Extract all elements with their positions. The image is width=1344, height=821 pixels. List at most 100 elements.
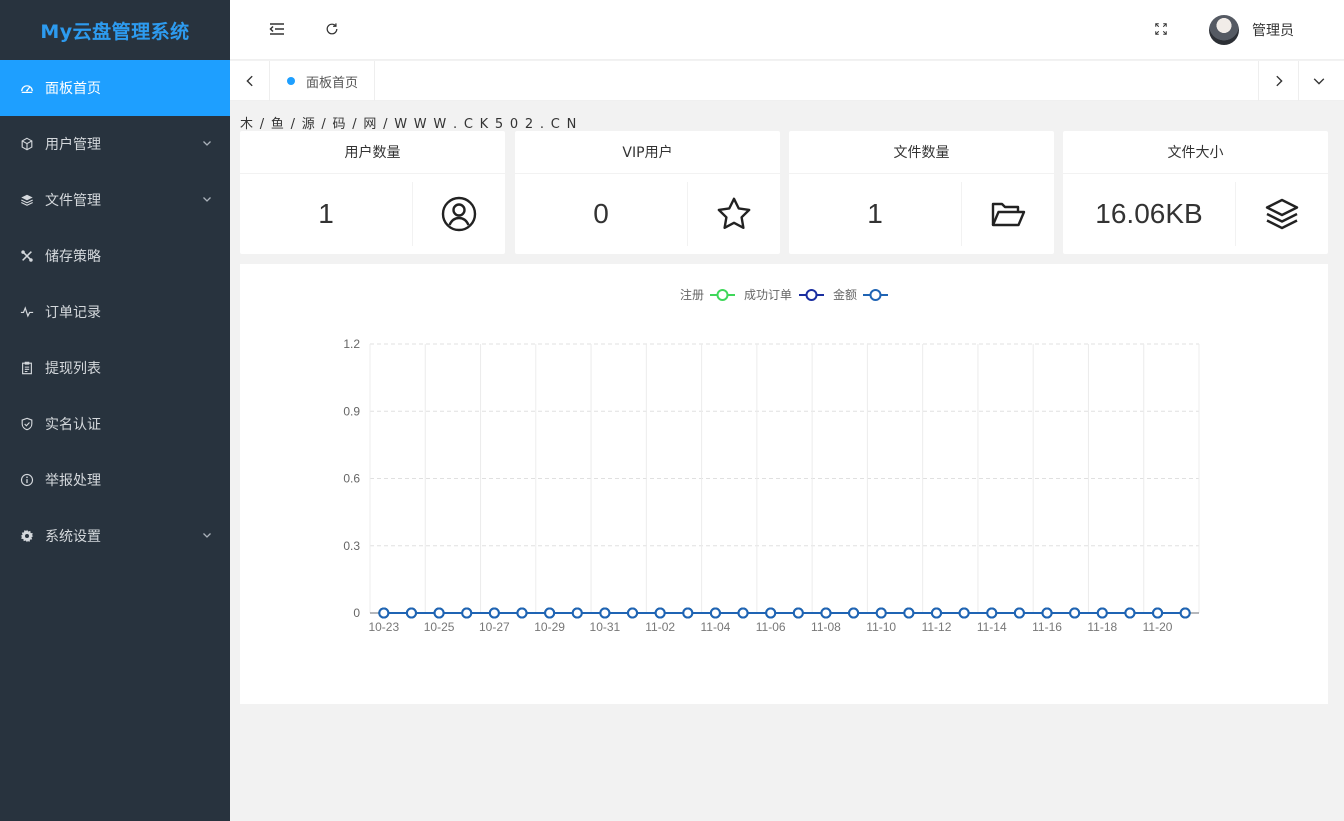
chevron-down-icon <box>203 141 211 146</box>
chevron-down-icon <box>1313 78 1324 85</box>
x-tick-label: 11-06 <box>756 620 786 634</box>
sidebar-item-8[interactable]: 系统设置 <box>0 508 230 564</box>
stat-card-title: VIP用户 <box>515 131 780 174</box>
series-point <box>488 607 500 619</box>
breadcrumb: 木 / 鱼 / 源 / 码 / 网 / W W W . C K 5 0 2 . … <box>240 117 578 132</box>
sidebar-item-label: 储存策略 <box>45 249 101 265</box>
series-point <box>599 607 611 619</box>
series-point <box>682 607 694 619</box>
stat-card-value: 1 <box>318 198 334 229</box>
legend-label: 注册 <box>680 287 704 302</box>
series-point <box>986 607 998 619</box>
series-point <box>1069 607 1081 619</box>
fullscreen-icon[interactable] <box>1150 18 1172 40</box>
series-point <box>627 607 639 619</box>
series-point <box>930 607 942 619</box>
tab-scroll-left-button[interactable] <box>230 61 270 101</box>
tab-bar: 面板首页 <box>230 61 1344 101</box>
legend-swatch-marker <box>869 289 882 301</box>
x-tick-label: 11-02 <box>645 620 675 634</box>
series-point <box>1179 607 1191 619</box>
series-point <box>654 607 666 619</box>
sidebar-item-label: 实名认证 <box>45 417 101 433</box>
app-logo: My云盘管理系统 <box>40 20 190 43</box>
tools-icon <box>20 249 34 263</box>
stat-card-3: 文件大小 16.06KB <box>1063 131 1328 254</box>
legend-swatch-marker <box>716 289 729 301</box>
stat-card-value: 1 <box>867 198 883 229</box>
series-point <box>1152 607 1164 619</box>
sidebar-item-label: 面板首页 <box>45 81 101 97</box>
sidebar-item-5[interactable]: 提现列表 <box>0 340 230 396</box>
sidebar-item-label: 文件管理 <box>45 193 101 209</box>
username[interactable]: 管理员 <box>1252 20 1294 40</box>
series-point <box>820 607 832 619</box>
sidebar-item-6[interactable]: 实名认证 <box>0 396 230 452</box>
series-point <box>958 607 970 619</box>
legend-label: 成功订单 <box>744 288 792 302</box>
sidebar-item-7[interactable]: 举报处理 <box>0 452 230 508</box>
sidebar-item-label: 系统设置 <box>45 529 101 545</box>
sidebar-item-2[interactable]: 文件管理 <box>0 172 230 228</box>
layers-icon <box>1235 182 1328 246</box>
top-header: 管理员 <box>230 0 1344 60</box>
shield-icon <box>20 417 34 431</box>
tab-dashboard[interactable]: 面板首页 <box>271 61 376 101</box>
info-icon <box>20 473 34 487</box>
series-point <box>461 607 473 619</box>
series-point <box>765 607 777 619</box>
series-point <box>405 607 417 619</box>
chart-panel: 1.2 0.9 0.6 0.3 0 10-23 10-25 10-27 10-29 10-31 11… <box>240 264 1328 704</box>
x-tick-label: 11-20 <box>1143 620 1173 634</box>
cube-icon <box>20 137 34 151</box>
sidebar-item-3[interactable]: 储存策略 <box>0 228 230 284</box>
sidebar-item-4[interactable]: 订单记录 <box>0 284 230 340</box>
avatar[interactable] <box>1209 15 1239 45</box>
stat-card-title: 文件数量 <box>789 131 1054 174</box>
series-point <box>1041 607 1053 619</box>
sidebar-item-label: 举报处理 <box>45 473 101 489</box>
y-tick-label: 0.3 <box>343 539 360 553</box>
tab-scroll-right-button[interactable] <box>1258 61 1298 101</box>
y-tick-label: 1.2 <box>343 337 360 351</box>
sidebar-item-label: 订单记录 <box>45 305 101 321</box>
series-point <box>709 607 721 619</box>
chevron-down-icon <box>203 197 211 202</box>
x-tick-label: 11-16 <box>1032 620 1062 634</box>
sidebar: My云盘管理系统 面板首页用户管理文件管理储存策略订单记录提现列表实名认证举报处… <box>0 0 230 821</box>
active-dot-icon <box>287 77 295 85</box>
stat-card-value: 0 <box>593 198 609 229</box>
stat-card-2: 文件数量 1 <box>789 131 1054 254</box>
pulse-icon <box>20 305 34 319</box>
chevron-down-icon <box>203 533 211 538</box>
legend-label: 金额 <box>833 287 857 302</box>
sidebar-item-label: 提现列表 <box>45 361 101 377</box>
tab-menu-button[interactable] <box>1298 61 1338 101</box>
stat-card-0: 用户数量 1 <box>240 131 505 254</box>
clipboard-icon <box>20 361 34 375</box>
x-tick-label: 10-31 <box>590 620 621 634</box>
star-icon <box>687 182 780 246</box>
series-point <box>433 607 445 619</box>
sidebar-item-0[interactable]: 面板首页 <box>0 60 230 116</box>
refresh-icon[interactable] <box>321 18 343 40</box>
series-point <box>737 607 749 619</box>
sidebar-item-1[interactable]: 用户管理 <box>0 116 230 172</box>
series-point <box>903 607 915 619</box>
y-tick-label: 0.6 <box>343 472 360 486</box>
y-tick-label: 0.9 <box>343 404 360 418</box>
folder-open-icon <box>961 182 1054 246</box>
x-tick-label: 10-27 <box>479 620 510 634</box>
dashboard-icon <box>20 81 34 95</box>
stat-card-title: 用户数量 <box>240 131 505 174</box>
series-point <box>792 607 804 619</box>
x-tick-label: 10-25 <box>424 620 455 634</box>
layers-icon <box>20 193 34 207</box>
sidebar-item-label: 用户管理 <box>45 137 101 153</box>
series-point <box>875 607 887 619</box>
menu-fold-icon[interactable] <box>266 18 288 40</box>
series-point <box>848 607 860 619</box>
series-point <box>544 607 556 619</box>
chevron-left-icon <box>245 75 253 87</box>
x-tick-label: 11-04 <box>701 620 731 634</box>
